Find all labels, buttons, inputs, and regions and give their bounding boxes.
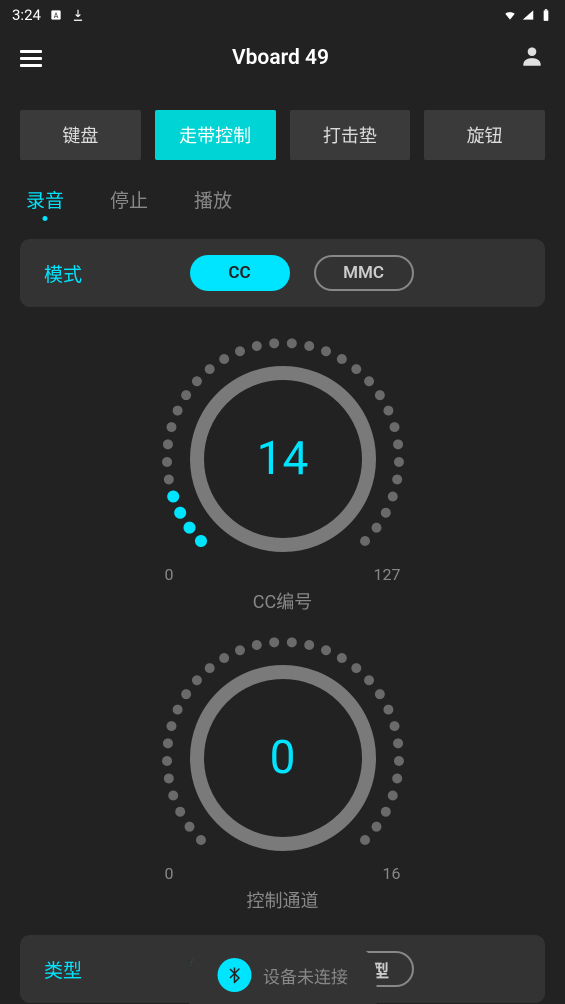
profile-icon[interactable] bbox=[519, 43, 545, 73]
connection-status-text: 设备未连接 bbox=[263, 963, 348, 988]
sub-tabs: 录音 停止 播放 bbox=[20, 186, 545, 213]
battery-icon bbox=[539, 8, 553, 22]
cc-number-label: CC编号 bbox=[253, 588, 312, 614]
tab-keyboard[interactable]: 键盘 bbox=[20, 110, 141, 160]
subtab-play[interactable]: 播放 bbox=[194, 186, 232, 213]
cc-number-dial[interactable]: 14 bbox=[153, 329, 413, 589]
mode-label: 模式 bbox=[44, 260, 82, 287]
status-time: 3:24 bbox=[12, 6, 41, 24]
wifi-icon bbox=[503, 8, 517, 22]
signal-icon bbox=[521, 8, 535, 22]
subtab-record[interactable]: 录音 bbox=[26, 186, 64, 213]
bluetooth-icon bbox=[217, 958, 251, 992]
mode-cc-button[interactable]: CC bbox=[190, 255, 290, 291]
type-label: 类型 bbox=[44, 956, 82, 983]
tab-pads[interactable]: 打击垫 bbox=[290, 110, 411, 160]
svg-text:A: A bbox=[54, 12, 59, 20]
app-bar: Vboard 49 bbox=[0, 30, 565, 86]
main-tabs: 键盘 走带控制 打击垫 旋钮 bbox=[20, 110, 545, 160]
cc-number-value: 14 bbox=[257, 432, 309, 486]
control-channel-dial-section: 0 0 16 控制通道 bbox=[20, 628, 545, 913]
notification-icon: A bbox=[49, 8, 63, 22]
control-channel-label: 控制通道 bbox=[247, 887, 319, 913]
mode-mmc-button[interactable]: MMC bbox=[314, 255, 414, 291]
tab-knobs[interactable]: 旋钮 bbox=[424, 110, 545, 160]
status-bar: 3:24 A bbox=[0, 0, 565, 30]
download-icon bbox=[71, 8, 85, 22]
menu-icon[interactable] bbox=[20, 50, 42, 67]
tab-transport[interactable]: 走带控制 bbox=[155, 110, 276, 160]
page-title: Vboard 49 bbox=[232, 46, 329, 70]
control-channel-dial[interactable]: 0 bbox=[153, 628, 413, 888]
connection-status-bar[interactable]: 设备未连接 bbox=[189, 946, 376, 1004]
mode-panel: 模式 CC MMC bbox=[20, 239, 545, 307]
subtab-stop[interactable]: 停止 bbox=[110, 186, 148, 213]
cc-number-dial-section: 14 0 127 CC编号 bbox=[20, 329, 545, 614]
control-channel-value: 0 bbox=[270, 731, 296, 785]
